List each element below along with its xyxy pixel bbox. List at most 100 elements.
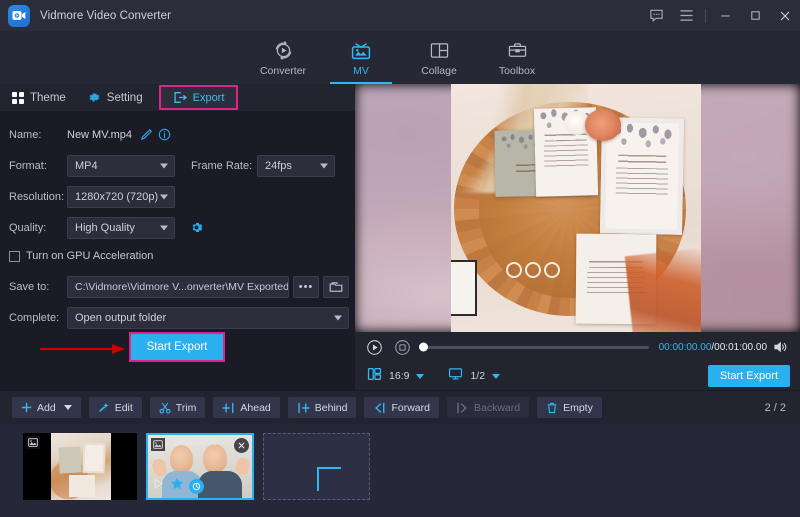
gpu-acceleration-label: Turn on GPU Acceleration bbox=[26, 250, 153, 262]
playback-time: 00:00:00.00/00:01:00.00 bbox=[659, 342, 767, 353]
magic-wand-icon bbox=[98, 402, 110, 414]
sub-tab-export[interactable]: Export bbox=[159, 85, 239, 110]
play-icon[interactable] bbox=[152, 477, 165, 495]
person-body-right bbox=[198, 471, 242, 500]
chevron-down-icon bbox=[160, 163, 168, 168]
advanced-settings-gear-icon[interactable] bbox=[189, 220, 204, 235]
format-dropdown[interactable]: MP4 bbox=[67, 155, 175, 177]
app-window: Vidmore Video Converter bbox=[0, 0, 800, 517]
insert-behind-label: Behind bbox=[315, 402, 348, 414]
star-icon[interactable] bbox=[170, 477, 184, 495]
window-controls bbox=[641, 0, 800, 31]
resolution-dropdown[interactable]: 1280x720 (720p) bbox=[67, 186, 175, 208]
speaker-icon[interactable] bbox=[773, 340, 789, 354]
browse-dots-button[interactable]: ••• bbox=[293, 276, 319, 298]
complete-action-dropdown[interactable]: Open output folder bbox=[67, 307, 349, 329]
clock-icon[interactable] bbox=[189, 479, 204, 494]
page-indicator: 2 / 2 bbox=[765, 402, 786, 414]
current-time: 00:00:00.00 bbox=[659, 342, 712, 353]
toolbox-icon bbox=[507, 39, 528, 63]
edit-button[interactable]: Edit bbox=[89, 397, 142, 418]
collage-grid-icon bbox=[429, 39, 450, 63]
save-path-input[interactable]: C:\Vidmore\Vidmore V...onverter\MV Expor… bbox=[67, 276, 289, 298]
squares-icon bbox=[12, 92, 24, 104]
move-backward-button: Backward bbox=[447, 397, 529, 418]
peach-flower bbox=[585, 109, 621, 141]
module-tab-bar: Converter MV Collage bbox=[0, 31, 800, 84]
tab-collage[interactable]: Collage bbox=[400, 31, 478, 84]
preview-photo bbox=[451, 84, 701, 332]
playback-progress-slider[interactable] bbox=[423, 346, 649, 349]
resolution-label: Resolution: bbox=[9, 191, 67, 203]
save-to-label: Save to: bbox=[9, 281, 67, 293]
add-clip-button[interactable] bbox=[263, 433, 370, 500]
orange-ribbon bbox=[625, 248, 701, 332]
sub-tab-export-label: Export bbox=[193, 92, 225, 104]
chevron-down-icon bbox=[492, 374, 500, 379]
insert-behind-button[interactable]: Behind bbox=[288, 397, 357, 418]
timeline-clip-1[interactable] bbox=[23, 433, 137, 500]
trim-button[interactable]: Trim bbox=[150, 397, 206, 418]
quality-dropdown[interactable]: High Quality bbox=[67, 217, 175, 239]
edit-button-label: Edit bbox=[115, 402, 133, 414]
gpu-acceleration-row[interactable]: Turn on GPU Acceleration bbox=[0, 245, 355, 267]
gear-icon bbox=[88, 91, 101, 104]
feedback-icon[interactable] bbox=[641, 0, 671, 31]
person-face-right bbox=[203, 444, 227, 473]
title-bar: Vidmore Video Converter bbox=[0, 0, 800, 31]
small-frame bbox=[451, 260, 477, 316]
move-forward-button[interactable]: Forward bbox=[364, 397, 439, 418]
add-button[interactable]: Add bbox=[12, 397, 81, 418]
image-icon bbox=[151, 438, 165, 451]
tab-toolbox[interactable]: Toolbox bbox=[478, 31, 556, 84]
info-icon[interactable] bbox=[158, 128, 171, 141]
complete-value: Open output folder bbox=[75, 312, 166, 324]
sub-tab-setting[interactable]: Setting bbox=[76, 84, 153, 111]
close-icon[interactable] bbox=[770, 0, 800, 31]
player-row-options: 16:9 1/2 Start Export bbox=[355, 362, 800, 390]
aspect-ratio-control[interactable]: 16:9 bbox=[367, 367, 424, 386]
sub-tab-bar: Theme Setting Export bbox=[0, 84, 355, 111]
timeline-strip: 00:01:00.00 bbox=[0, 424, 800, 517]
save-path-value: C:\Vidmore\Vidmore V...onverter\MV Expor… bbox=[75, 281, 289, 293]
sub-tab-setting-label: Setting bbox=[107, 92, 143, 104]
format-value: MP4 bbox=[75, 160, 98, 172]
row-name: Name: New MV.mp4 bbox=[0, 121, 355, 148]
screen-split-control[interactable]: 1/2 bbox=[448, 367, 500, 386]
tab-collage-label: Collage bbox=[421, 65, 457, 77]
browse-dots-label: ••• bbox=[299, 281, 314, 293]
stop-square-icon[interactable] bbox=[394, 339, 411, 356]
play-circle-icon[interactable] bbox=[366, 339, 383, 356]
convert-circle-icon bbox=[273, 39, 294, 63]
close-circle-icon[interactable] bbox=[234, 438, 249, 453]
open-folder-button[interactable] bbox=[323, 276, 349, 298]
image-icon bbox=[26, 436, 40, 449]
row-quality: Quality: High Quality bbox=[0, 214, 355, 241]
minimize-icon[interactable] bbox=[710, 0, 740, 31]
insert-ahead-button[interactable]: Ahead bbox=[213, 397, 279, 418]
clip-1-thumbnail bbox=[51, 433, 111, 500]
sub-tab-theme[interactable]: Theme bbox=[0, 84, 76, 111]
tab-mv[interactable]: MV bbox=[322, 31, 400, 84]
clip-2-timecode: 00:01:00.00 bbox=[174, 438, 216, 447]
trash-icon bbox=[546, 402, 558, 414]
tab-mv-label: MV bbox=[353, 65, 369, 77]
quality-value: High Quality bbox=[75, 222, 135, 234]
folder-icon bbox=[329, 281, 343, 293]
timeline-clip-2[interactable]: 00:01:00.00 bbox=[146, 433, 254, 500]
video-preview[interactable] bbox=[355, 84, 800, 332]
resolution-value: 1280x720 (720p) bbox=[75, 191, 158, 203]
pencil-icon[interactable] bbox=[140, 128, 153, 141]
playback-knob[interactable] bbox=[419, 343, 428, 352]
maximize-icon[interactable] bbox=[740, 0, 770, 31]
quality-label: Quality: bbox=[9, 222, 67, 234]
player-start-export-button[interactable]: Start Export bbox=[708, 365, 790, 387]
gpu-acceleration-checkbox[interactable] bbox=[9, 251, 20, 262]
frame-rate-dropdown[interactable]: 24fps bbox=[257, 155, 335, 177]
tab-converter[interactable]: Converter bbox=[244, 31, 322, 84]
empty-button[interactable]: Empty bbox=[537, 397, 602, 418]
hamburger-menu-icon[interactable] bbox=[671, 0, 701, 31]
start-export-button[interactable]: Start Export bbox=[129, 332, 225, 362]
insert-ahead-icon bbox=[222, 402, 235, 414]
window-title: Vidmore Video Converter bbox=[40, 10, 171, 22]
